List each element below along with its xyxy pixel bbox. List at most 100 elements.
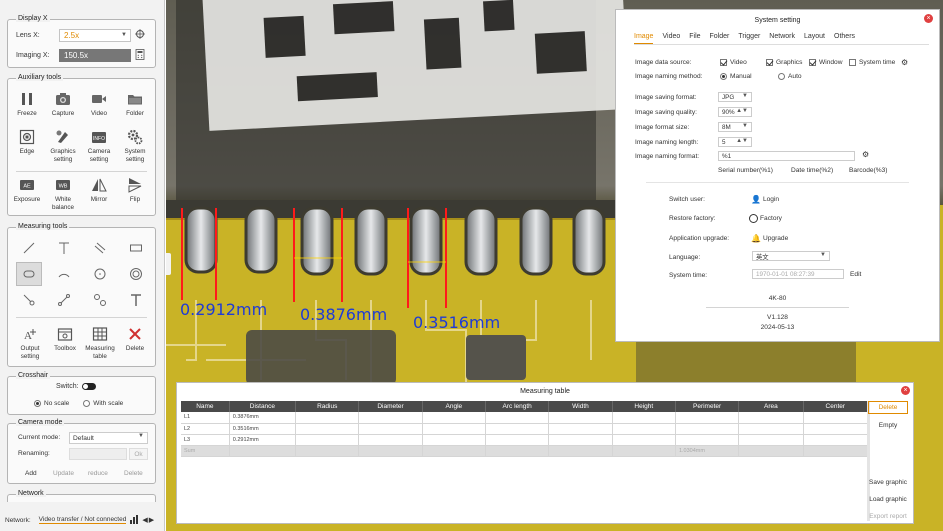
two-point-tool[interactable] xyxy=(51,288,77,312)
source-systime-checkbox[interactable] xyxy=(849,59,856,66)
tab-image[interactable]: Image xyxy=(634,33,654,44)
vertical-distance-tool[interactable] xyxy=(51,236,77,260)
close-icon[interactable]: × xyxy=(901,386,910,395)
source-window-checkbox[interactable] xyxy=(809,59,816,66)
parallel-line-tool[interactable] xyxy=(87,236,113,260)
naming-manual-radio[interactable] xyxy=(720,73,727,80)
line-tool[interactable] xyxy=(16,236,42,260)
concentric-circle-tool[interactable] xyxy=(123,262,149,286)
rectangle-tool[interactable] xyxy=(123,236,149,260)
serial-token[interactable]: Serial number(%1) xyxy=(718,167,791,174)
point-line-tool[interactable] xyxy=(16,288,42,312)
save-graphic-button[interactable]: Save graphic xyxy=(868,479,908,486)
arc-tool[interactable] xyxy=(51,262,77,286)
tab-layout[interactable]: Layout xyxy=(804,33,825,44)
measuring-table-button[interactable]: Measuring table xyxy=(83,324,117,362)
tab-trigger[interactable]: Trigger xyxy=(738,33,760,44)
col-center[interactable]: Center xyxy=(803,401,869,412)
calculator-icon[interactable] xyxy=(135,48,145,62)
col-width[interactable]: Width xyxy=(548,401,613,412)
toolbox-button[interactable]: Toolbox xyxy=(48,324,82,362)
col-diameter[interactable]: Diameter xyxy=(358,401,423,412)
login-button[interactable]: 👤 Login xyxy=(751,195,779,204)
reduce-button[interactable]: reduce xyxy=(88,470,108,477)
source-video-checkbox[interactable] xyxy=(720,59,727,66)
settings-icon[interactable]: ⚙ xyxy=(901,58,908,67)
tab-network[interactable]: Network xyxy=(769,33,795,44)
barcode-token[interactable]: Barcode(%3) xyxy=(849,167,887,174)
naming-format-input[interactable]: %1 xyxy=(718,151,855,161)
capture-button[interactable]: Capture xyxy=(46,89,80,127)
export-report-button[interactable]: Export report xyxy=(868,513,908,520)
table-row-sum[interactable]: Sum 1.0304mm xyxy=(181,445,869,457)
factory-label: Factory xyxy=(760,215,782,222)
graphics-setting-button[interactable]: Graphics setting xyxy=(46,127,80,165)
circle-distance-tool[interactable] xyxy=(87,288,113,312)
source-graphics-label: Graphics xyxy=(776,59,803,66)
output-setting-button[interactable]: A Output setting xyxy=(13,324,47,362)
tab-video[interactable]: Video xyxy=(662,33,680,44)
with-scale-radio[interactable] xyxy=(83,400,91,407)
scroll-right-icon[interactable]: ▶ xyxy=(149,516,154,524)
factory-button[interactable]: Factory xyxy=(749,214,782,223)
naming-auto-radio[interactable] xyxy=(778,73,785,80)
panel-collapse-handle[interactable] xyxy=(166,253,171,275)
crosshair-toggle[interactable] xyxy=(81,383,96,390)
edit-button[interactable]: Edit xyxy=(850,271,861,278)
folder-button[interactable]: Folder xyxy=(118,89,152,127)
language-select[interactable]: 英文 ▼ xyxy=(752,251,830,261)
circle-tool[interactable] xyxy=(87,262,113,286)
table-row[interactable]: L1 0.3876mm xyxy=(181,412,869,424)
video-button[interactable]: Video xyxy=(82,89,116,127)
rounded-rect-tool[interactable] xyxy=(16,262,42,286)
system-setting-button[interactable]: System setting xyxy=(118,127,152,165)
col-perimeter[interactable]: Perimeter xyxy=(675,401,740,412)
target-icon[interactable] xyxy=(135,29,145,41)
mirror-button[interactable]: Mirror xyxy=(82,175,116,213)
camera-setting-button[interactable]: INFO Camera setting xyxy=(82,127,116,165)
table-icon xyxy=(92,327,108,341)
empty-button[interactable]: Empty xyxy=(868,422,908,429)
col-radius[interactable]: Radius xyxy=(295,401,360,412)
close-icon[interactable]: × xyxy=(924,14,933,23)
no-scale-radio[interactable] xyxy=(34,400,41,407)
current-mode-select[interactable]: Default ▼ xyxy=(69,432,148,444)
exposure-button[interactable]: AE Exposure xyxy=(10,175,44,213)
col-area[interactable]: Area xyxy=(738,401,804,412)
col-height[interactable]: Height xyxy=(612,401,676,412)
format-size-select[interactable]: 8M ▼ xyxy=(718,122,752,132)
datetime-token[interactable]: Date time(%2) xyxy=(791,167,849,174)
tab-others[interactable]: Others xyxy=(834,33,855,44)
text-tool[interactable] xyxy=(123,288,149,312)
load-graphic-button[interactable]: Load graphic xyxy=(868,496,908,503)
white-balance-button[interactable]: WB White balance xyxy=(46,175,80,213)
col-arc-length[interactable]: Arc length xyxy=(485,401,550,412)
table-row[interactable]: L3 0.2912mm xyxy=(181,434,869,446)
version-divider xyxy=(706,307,849,308)
ok-button[interactable]: Ok xyxy=(129,448,148,460)
table-scrollbar[interactable] xyxy=(867,401,870,521)
flip-button[interactable]: Flip xyxy=(118,175,152,213)
naming-length-stepper[interactable]: 5 ▲▼ xyxy=(718,137,752,147)
camera-mode-delete-button[interactable]: Delete xyxy=(124,470,143,477)
freeze-button[interactable]: Freeze xyxy=(10,89,44,127)
add-button[interactable]: Add xyxy=(25,470,37,477)
update-button[interactable]: Update xyxy=(53,470,74,477)
table-delete-button[interactable]: Delete xyxy=(868,401,908,414)
saving-quality-select[interactable]: 90% ▲▼ xyxy=(718,107,752,117)
renaming-input[interactable] xyxy=(69,448,127,460)
delete-button[interactable]: Delete xyxy=(118,324,152,362)
upgrade-button[interactable]: 🔔 Upgrade xyxy=(751,234,788,243)
scroll-left-icon[interactable]: ◀ xyxy=(142,516,147,524)
info-icon[interactable]: ⚙ xyxy=(862,150,869,159)
col-angle[interactable]: Angle xyxy=(422,401,487,412)
source-graphics-checkbox[interactable] xyxy=(766,59,773,66)
table-row[interactable]: L2 0.3516mm xyxy=(181,423,869,435)
edge-button[interactable]: Edge xyxy=(10,127,44,165)
lens-select[interactable]: 2.5x ▼ xyxy=(59,28,131,42)
saving-format-select[interactable]: JPG ▼ xyxy=(718,92,752,102)
col-distance[interactable]: Distance xyxy=(229,401,297,412)
tab-file[interactable]: File xyxy=(689,33,700,44)
tab-folder[interactable]: Folder xyxy=(710,33,730,44)
col-name[interactable]: Name xyxy=(181,401,230,412)
